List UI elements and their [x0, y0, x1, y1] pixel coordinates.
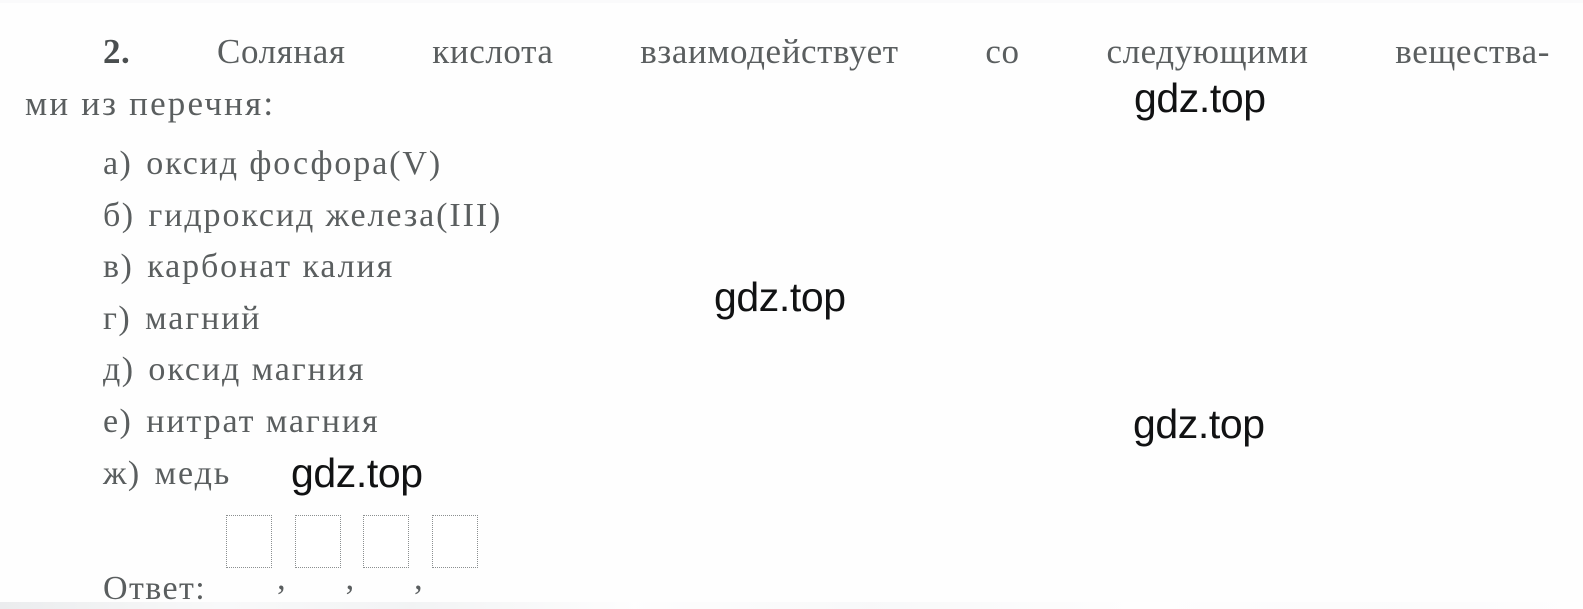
option-marker-b: б)	[103, 196, 135, 234]
option-text-b: гидроксид железа(III)	[148, 196, 503, 234]
question-word-5: следующими	[1106, 32, 1309, 71]
list-item: г) магний	[103, 293, 502, 345]
question-word-3: взаимодействует	[640, 32, 899, 71]
option-text-e: нитрат магния	[146, 402, 380, 440]
watermark-gdz-top: gdz.top	[1133, 401, 1265, 447]
watermark-gdz-top: gdz.top	[291, 450, 423, 496]
answer-separator-2: ,	[345, 560, 355, 597]
question-number: 2.	[103, 32, 131, 71]
scan-top-edge	[0, 0, 1583, 3]
list-item: а) оксид фосфора(V)	[103, 138, 502, 190]
option-marker-a: а)	[103, 145, 133, 182]
question-word-6: вещества-	[1395, 32, 1550, 71]
answer-label: Ответ:	[103, 570, 207, 607]
list-item: в) карбонат калия	[103, 241, 502, 293]
scanned-worksheet-page: 2. Соляная кислота взаимодействует со сл…	[0, 0, 1583, 609]
question-paragraph: 2. Соляная кислота взаимодействует со сл…	[25, 26, 1550, 130]
option-marker-d: д)	[103, 351, 135, 389]
answer-box-1[interactable]	[226, 515, 273, 568]
list-item: д) оксид магния	[103, 344, 502, 396]
option-text-a: оксид фосфора(V)	[146, 145, 443, 182]
question-line-2: ми из перечня:	[25, 84, 276, 123]
list-item: е) нитрат магния	[103, 396, 502, 448]
answer-box-4[interactable]	[431, 515, 478, 568]
option-text-v: карбонат калия	[147, 248, 395, 286]
answer-separator-1: ,	[277, 560, 286, 597]
scan-bottom-edge	[0, 602, 1583, 609]
option-text-d: оксид магния	[148, 351, 366, 389]
question-word-4: со	[985, 32, 1020, 71]
watermark-gdz-top: gdz.top	[714, 274, 846, 320]
watermark-gdz-top: gdz.top	[1134, 75, 1266, 121]
answer-box-3[interactable]	[363, 515, 410, 568]
answer-separator-3: ,	[414, 560, 423, 597]
question-word-2: кислота	[432, 32, 554, 71]
option-marker-v: в)	[103, 248, 134, 286]
options-list: а) оксид фосфора(V) б) гидроксид железа(II…	[103, 138, 502, 499]
answer-box-2[interactable]	[294, 515, 341, 568]
option-marker-e: е)	[103, 402, 133, 440]
option-marker-g: г)	[103, 299, 132, 337]
question-line-1: 2. Соляная кислота взаимодействует со сл…	[25, 26, 1550, 78]
list-item: б) гидроксид железа(III)	[103, 190, 502, 242]
question-word-1: Соляная	[217, 32, 346, 71]
option-text-zh: медь	[154, 454, 232, 492]
option-text-g: магний	[145, 299, 262, 337]
answer-boxes-group: , , ,	[226, 515, 478, 596]
answer-row: Ответ: , , ,	[103, 508, 478, 606]
option-marker-zh: ж)	[103, 454, 141, 492]
